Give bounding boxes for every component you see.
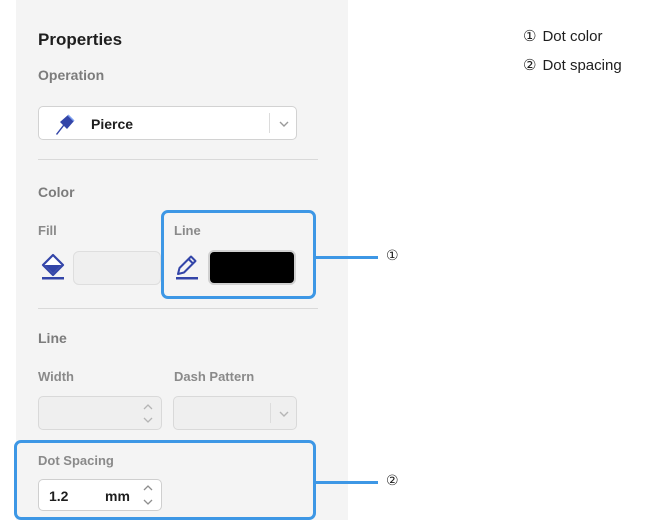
color-section-label: Color [38, 184, 75, 200]
select-separator [270, 403, 271, 423]
dot-color-callout-box [161, 210, 316, 299]
legend-text: Dot spacing [542, 57, 622, 74]
paint-bucket-icon[interactable] [40, 253, 66, 281]
legend-marker: ① [523, 28, 537, 45]
dash-pattern-select[interactable] [173, 396, 297, 430]
operation-label: Operation [38, 67, 105, 83]
dash-pattern-label: Dash Pattern [174, 369, 255, 384]
fill-color-swatch[interactable] [73, 251, 161, 285]
dot-spacing-leader-line [316, 481, 378, 484]
width-stepper[interactable] [38, 396, 162, 430]
chevron-down-icon [279, 411, 289, 417]
operation-selected-value: Pierce [91, 116, 134, 132]
chevron-up-icon[interactable] [141, 402, 155, 412]
legend-marker: ② [523, 57, 537, 74]
line-section-label: Line [38, 330, 67, 346]
divider [38, 308, 318, 309]
select-separator [269, 113, 270, 133]
dot-color-marker: ① [386, 247, 399, 263]
legend-text: Dot color [542, 28, 603, 45]
legend-item-dot-spacing: ② Dot spacing [523, 56, 622, 74]
chevron-down-icon[interactable] [141, 415, 155, 425]
panel-title: Properties [38, 30, 123, 49]
width-label: Width [38, 369, 74, 384]
dot-spacing-callout-box [14, 440, 316, 520]
dot-spacing-marker: ② [386, 472, 399, 488]
legend-item-dot-color: ① Dot color [523, 27, 602, 45]
chevron-down-icon [279, 121, 289, 127]
dot-color-leader-line [316, 256, 378, 259]
pierce-tool-icon [56, 114, 75, 135]
divider [38, 159, 318, 160]
fill-label: Fill [38, 223, 57, 238]
operation-select[interactable]: Pierce [38, 106, 297, 140]
